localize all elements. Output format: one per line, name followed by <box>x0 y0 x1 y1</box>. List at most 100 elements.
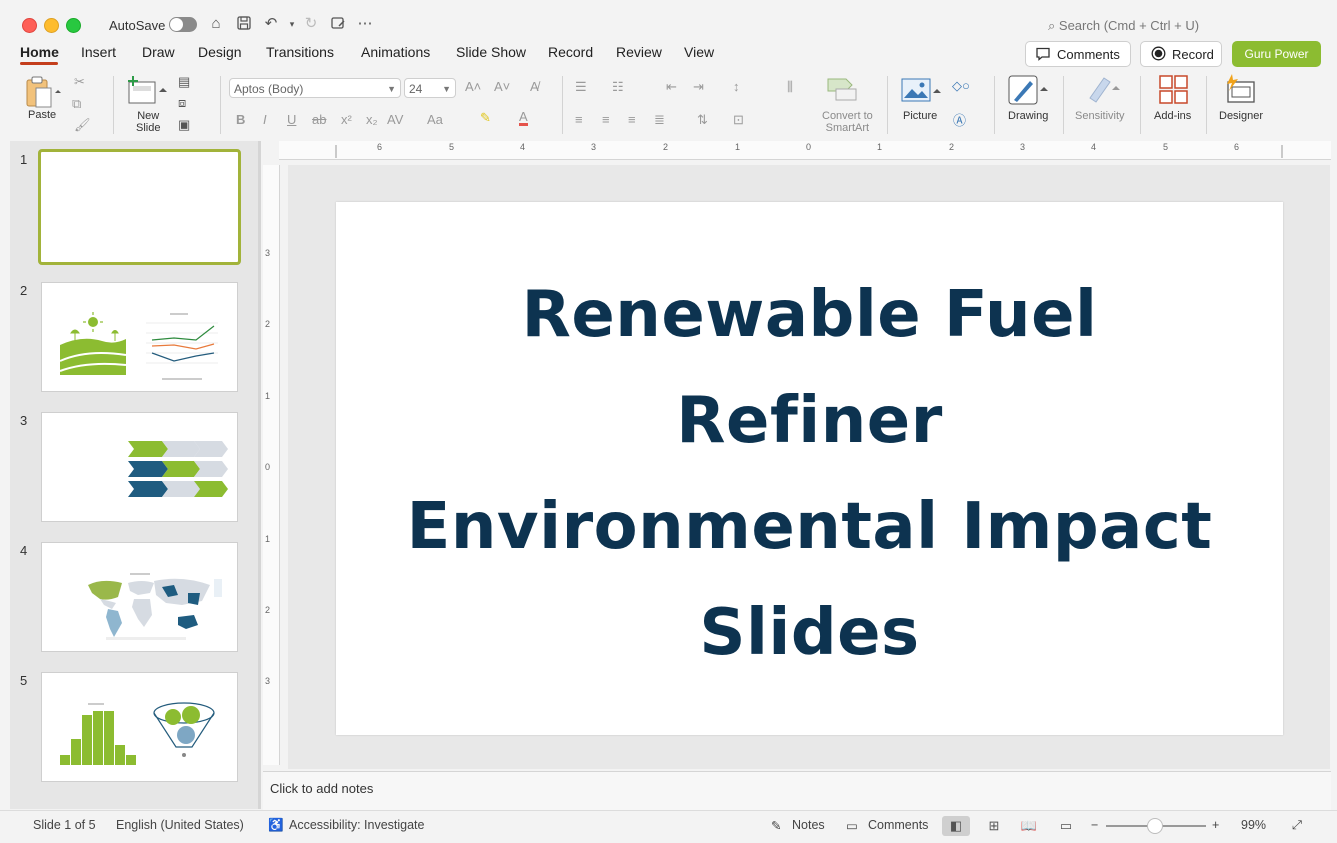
sensitivity-icon[interactable] <box>1084 74 1124 111</box>
tab-home[interactable]: Home <box>20 44 59 60</box>
slide-title[interactable]: Renewable Fuel Refiner Environmental Imp… <box>336 262 1283 686</box>
tab-design[interactable]: Design <box>198 44 242 60</box>
comment-icon[interactable]: ▭ <box>846 818 858 833</box>
save-icon[interactable] <box>235 15 253 33</box>
notes-toggle[interactable]: Notes <box>792 818 825 832</box>
subscript-icon[interactable]: x₂ <box>366 112 378 127</box>
columns-icon[interactable]: ⫼ <box>787 79 793 95</box>
panel-splitter[interactable] <box>258 141 261 809</box>
copy-icon[interactable]: ⧉ <box>72 96 81 112</box>
undo-dropdown-icon[interactable]: ▾ <box>283 15 301 33</box>
fit-to-window-icon[interactable]: ⤢ <box>1292 818 1302 833</box>
text-direction-icon[interactable]: ⇅ <box>697 112 708 128</box>
slide-thumbnail-5[interactable] <box>41 672 238 782</box>
zoom-slider-handle[interactable] <box>1147 818 1163 834</box>
underline-icon[interactable]: U <box>287 112 296 127</box>
bullets-icon[interactable]: ☰ <box>575 79 587 95</box>
add-ins-icon[interactable] <box>1159 75 1189 110</box>
slide-thumbnail-1[interactable] <box>38 149 241 265</box>
zoom-in-button[interactable]: + <box>1212 818 1219 832</box>
smartart-icon[interactable] <box>826 76 858 107</box>
tab-record[interactable]: Record <box>548 44 593 60</box>
increase-indent-icon[interactable]: ⇥ <box>693 79 704 95</box>
drawing-icon[interactable] <box>1008 75 1054 112</box>
ribbon-tabs: Home Insert Draw Design Transitions Anim… <box>0 40 1337 66</box>
numbering-icon[interactable]: ☷ <box>612 79 624 95</box>
comments-toggle[interactable]: Comments <box>868 818 928 832</box>
current-slide[interactable]: Renewable Fuel Refiner Environmental Imp… <box>336 202 1283 735</box>
ruler-ticks <box>335 145 1283 158</box>
tab-transitions[interactable]: Transitions <box>266 44 334 60</box>
bold-icon[interactable]: B <box>236 112 245 127</box>
notes-icon[interactable]: ✎ <box>771 818 781 833</box>
picture-icon[interactable] <box>901 78 947 109</box>
italic-icon[interactable]: I <box>263 112 267 127</box>
ruler-number: 6 <box>377 142 383 152</box>
textbox-icon[interactable]: Ⓐ <box>953 110 966 129</box>
tab-insert[interactable]: Insert <box>81 44 116 60</box>
section-icon[interactable]: ▣ <box>178 117 190 133</box>
tab-view[interactable]: View <box>684 44 714 60</box>
decrease-indent-icon[interactable]: ⇤ <box>666 79 677 95</box>
normal-view-button[interactable]: ◧ <box>942 816 970 836</box>
align-text-icon[interactable]: ⊡ <box>733 112 744 128</box>
powerpoint-window: AutoSave ⌂ ↶ ▾ ↻ ⋯ ⌕ Search (Cmd + Ctrl … <box>0 0 1337 843</box>
slide-thumbnail-2[interactable] <box>41 282 238 392</box>
convert-label-line2: SmartArt <box>825 122 870 134</box>
comments-button[interactable]: Comments <box>1025 41 1131 67</box>
accessibility-status[interactable]: Accessibility: Investigate <box>289 818 424 832</box>
increase-font-icon[interactable]: A˄ <box>465 79 481 94</box>
strikethrough-icon[interactable]: ab <box>312 112 326 127</box>
tab-draw[interactable]: Draw <box>142 44 175 60</box>
redo-icon[interactable]: ↻ <box>302 15 320 33</box>
reset-icon[interactable]: ⧈ <box>178 95 186 111</box>
designer-icon[interactable] <box>1224 74 1258 111</box>
font-color-icon[interactable]: A <box>519 110 528 126</box>
character-spacing-icon[interactable]: AV <box>387 112 403 127</box>
notes-pane[interactable]: Click to add notes <box>263 771 1331 810</box>
clear-formatting-icon[interactable]: A̸ <box>530 79 539 94</box>
align-right-icon[interactable]: ≡ <box>628 112 636 127</box>
more-icon[interactable]: ⋯ <box>356 15 374 33</box>
autosave-toggle[interactable] <box>169 17 197 32</box>
ruler-number: 3 <box>1020 142 1026 152</box>
zoom-out-button[interactable]: − <box>1091 818 1098 832</box>
decrease-font-icon[interactable]: A˅ <box>494 79 510 94</box>
line-spacing-icon[interactable]: ↕ <box>733 79 740 94</box>
justify-icon[interactable]: ≣ <box>654 112 665 128</box>
change-case-icon[interactable]: Aa <box>427 112 443 127</box>
close-window-button[interactable] <box>22 18 37 33</box>
align-center-icon[interactable]: ≡ <box>602 112 610 127</box>
font-size-select[interactable]: 24 ▼ <box>404 78 456 98</box>
superscript-icon[interactable]: x² <box>341 112 352 127</box>
search-box[interactable]: ⌕ Search (Cmd + Ctrl + U) <box>1048 18 1199 34</box>
tab-review[interactable]: Review <box>616 44 662 60</box>
zoom-level[interactable]: 99% <box>1241 818 1266 832</box>
cut-icon[interactable]: ✂ <box>74 74 85 90</box>
home-icon[interactable]: ⌂ <box>207 15 225 33</box>
customize-icon[interactable] <box>329 15 347 33</box>
language-indicator[interactable]: English (United States) <box>116 818 244 832</box>
new-slide-label-line2: Slide <box>136 122 161 134</box>
slide-thumbnail-3[interactable] <box>41 412 238 522</box>
slide-show-button[interactable]: ▭ <box>1052 816 1080 836</box>
slide-thumbnail-4[interactable] <box>41 542 238 652</box>
maximize-window-button[interactable] <box>66 18 81 33</box>
tab-slide-show[interactable]: Slide Show <box>456 44 526 60</box>
format-painter-icon[interactable]: 🖌 <box>74 117 91 133</box>
minimize-window-button[interactable] <box>44 18 59 33</box>
slide-sorter-button[interactable]: ⊞ <box>980 816 1008 836</box>
layout-icon[interactable]: ▤ <box>178 74 190 90</box>
font-name-select[interactable]: Aptos (Body) ▼ <box>229 78 401 98</box>
drawing-label: Drawing <box>1008 110 1049 122</box>
ruler-number: 1 <box>735 142 741 152</box>
new-slide-icon[interactable] <box>127 75 171 110</box>
highlight-icon[interactable]: ✎ <box>480 110 491 126</box>
guru-power-button[interactable]: Guru Power <box>1232 41 1321 67</box>
undo-icon[interactable]: ↶ <box>262 15 280 33</box>
tab-animations[interactable]: Animations <box>361 44 430 60</box>
reading-view-button[interactable]: 📖 <box>1015 816 1043 836</box>
shapes-icon[interactable]: ◇○ <box>952 78 970 94</box>
record-button[interactable]: Record <box>1140 41 1222 67</box>
align-left-icon[interactable]: ≡ <box>575 112 583 127</box>
